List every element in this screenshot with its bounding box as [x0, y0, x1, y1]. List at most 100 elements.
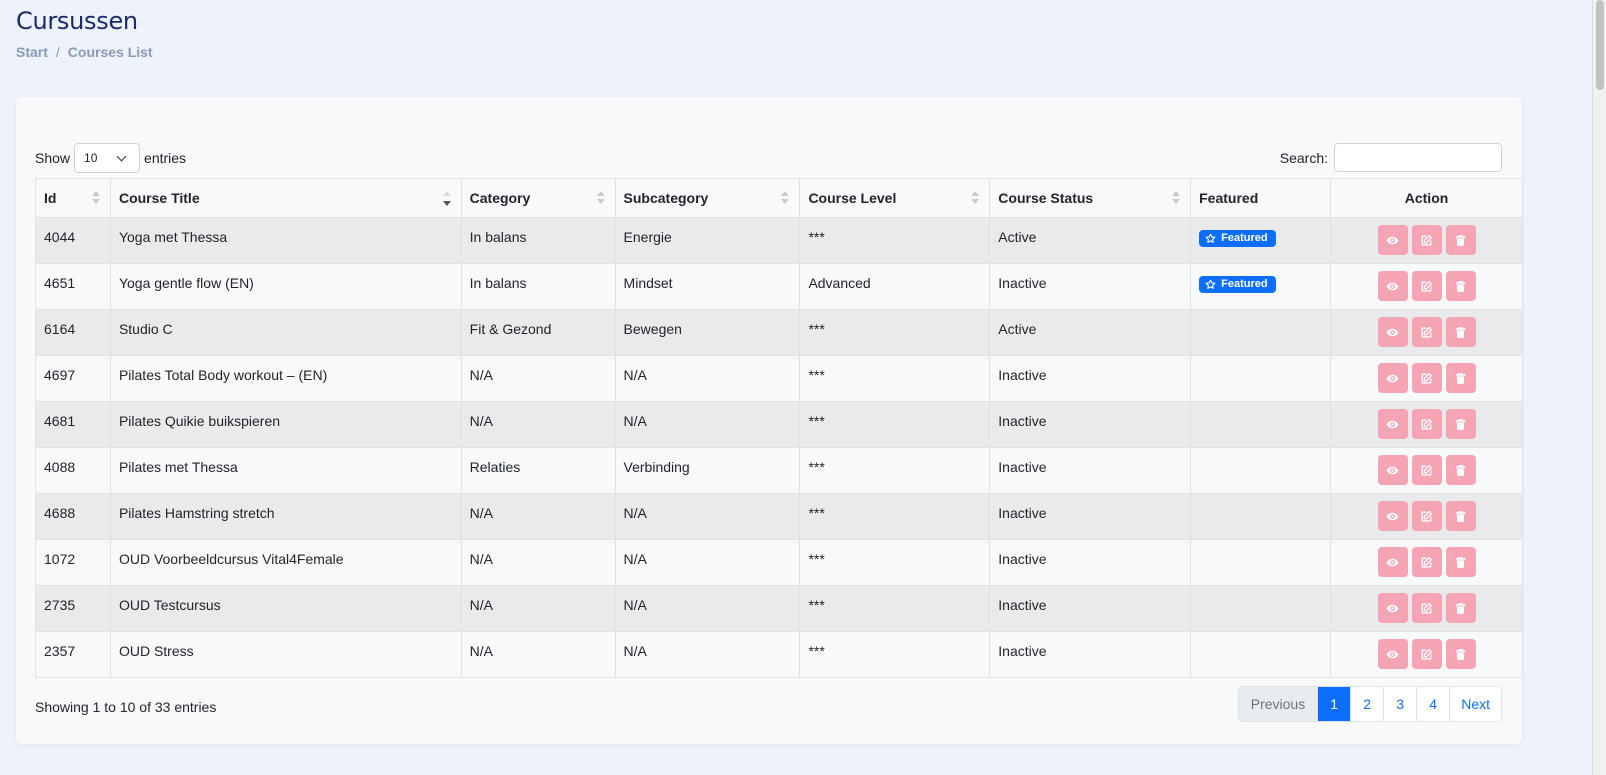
cell-course-title: OUD Stress: [109, 631, 462, 678]
edit-icon: [1420, 372, 1433, 385]
edit-button[interactable]: [1411, 593, 1442, 623]
view-button[interactable]: [1377, 547, 1408, 577]
cell-featured: Featured: [1190, 217, 1332, 264]
delete-button[interactable]: [1445, 547, 1476, 577]
cell-action: [1330, 493, 1523, 540]
table-row: 4681 Pilates Quikie buikspieren N/A N/A *** I…: [35, 401, 1523, 448]
courses-card: Show 10 entries Search: Id Course Title …: [16, 97, 1523, 744]
delete-button[interactable]: [1445, 363, 1476, 393]
trash-icon: [1454, 464, 1467, 477]
breadcrumb-separator: /: [55, 44, 60, 60]
scrollbar-thumb[interactable]: [1596, 0, 1604, 90]
column-header-category[interactable]: Category: [460, 178, 616, 218]
edit-button[interactable]: [1411, 639, 1442, 669]
delete-button[interactable]: [1445, 225, 1476, 255]
column-header-id[interactable]: Id: [35, 178, 111, 218]
cell-category: N/A: [460, 355, 616, 402]
view-button[interactable]: [1377, 593, 1408, 623]
trash-icon: [1454, 326, 1467, 339]
view-button[interactable]: [1377, 271, 1408, 301]
edit-icon: [1420, 464, 1433, 477]
view-button[interactable]: [1377, 501, 1408, 531]
edit-button[interactable]: [1411, 271, 1442, 301]
pagination-page-4[interactable]: 4: [1416, 687, 1450, 721]
delete-button[interactable]: [1445, 409, 1476, 439]
cell-id: 4044: [35, 217, 111, 264]
cell-action: [1330, 585, 1523, 632]
view-button[interactable]: [1377, 317, 1408, 347]
view-button[interactable]: [1377, 363, 1408, 393]
cell-action: [1330, 355, 1523, 402]
delete-button[interactable]: [1445, 501, 1476, 531]
cell-id: 2357: [35, 631, 111, 678]
cell-subcategory: N/A: [614, 585, 801, 632]
cell-featured: [1190, 585, 1332, 632]
column-header-subcategory[interactable]: Subcategory: [614, 178, 801, 218]
cell-course-status: Inactive: [989, 493, 1192, 540]
edit-icon: [1420, 510, 1433, 523]
cell-category: N/A: [460, 401, 616, 448]
cell-category: In balans: [460, 217, 616, 264]
trash-icon: [1454, 234, 1467, 247]
cell-course-status: Active: [989, 217, 1192, 264]
cell-course-level: ***: [799, 309, 991, 356]
cell-featured: [1190, 493, 1332, 540]
sort-desc-icon: [442, 191, 451, 207]
cell-course-level: ***: [799, 493, 991, 540]
cell-action: [1330, 309, 1523, 356]
cell-category: N/A: [460, 539, 616, 586]
cell-action: [1330, 401, 1523, 448]
column-header-course-status[interactable]: Course Status: [989, 178, 1192, 218]
pagination-page-3[interactable]: 3: [1383, 687, 1417, 721]
table-toolbar: Show 10 entries Search:: [35, 143, 1502, 173]
breadcrumb-start[interactable]: Start: [16, 44, 48, 60]
edit-button[interactable]: [1411, 225, 1442, 255]
cell-course-level: Advanced: [799, 263, 991, 310]
edit-button[interactable]: [1411, 501, 1442, 531]
table-header-row: Id Course Title Category Subcategory Cou…: [35, 178, 1523, 218]
pagination-page-1[interactable]: 1: [1317, 687, 1351, 721]
cell-course-level: ***: [799, 585, 991, 632]
edit-button[interactable]: [1411, 547, 1442, 577]
sort-icon: [971, 191, 980, 207]
view-button[interactable]: [1377, 455, 1408, 485]
edit-icon: [1420, 326, 1433, 339]
edit-button[interactable]: [1411, 455, 1442, 485]
pagination-page-2[interactable]: 2: [1350, 687, 1384, 721]
cell-id: 4681: [35, 401, 111, 448]
scrollbar[interactable]: [1592, 0, 1606, 775]
view-button[interactable]: [1377, 225, 1408, 255]
cell-subcategory: Energie: [614, 217, 801, 264]
page-length-select[interactable]: 10: [74, 143, 141, 173]
delete-button[interactable]: [1445, 455, 1476, 485]
eye-icon: [1386, 556, 1399, 569]
cell-featured: [1190, 309, 1332, 356]
search-input[interactable]: [1334, 143, 1502, 172]
view-button[interactable]: [1377, 639, 1408, 669]
table-row: 2357 OUD Stress N/A N/A *** Inactive: [35, 631, 1523, 678]
cell-course-title: OUD Voorbeeldcursus Vital4Female: [109, 539, 462, 586]
sort-icon: [781, 191, 790, 207]
cell-course-title: Yoga met Thessa: [109, 217, 462, 264]
edit-button[interactable]: [1411, 409, 1442, 439]
eye-icon: [1386, 418, 1399, 431]
delete-button[interactable]: [1445, 639, 1476, 669]
edit-icon: [1420, 648, 1433, 661]
delete-button[interactable]: [1445, 317, 1476, 347]
cell-course-level: ***: [799, 539, 991, 586]
trash-icon: [1454, 372, 1467, 385]
view-button[interactable]: [1377, 409, 1408, 439]
column-header-course-level[interactable]: Course Level: [799, 178, 991, 218]
cell-action: [1330, 263, 1523, 310]
edit-button[interactable]: [1411, 317, 1442, 347]
pagination-previous[interactable]: Previous: [1238, 687, 1318, 721]
cell-id: 2735: [35, 585, 111, 632]
trash-icon: [1454, 648, 1467, 661]
eye-icon: [1386, 326, 1399, 339]
edit-button[interactable]: [1411, 363, 1442, 393]
delete-button[interactable]: [1445, 593, 1476, 623]
cell-course-status: Inactive: [989, 585, 1192, 632]
column-header-course-title[interactable]: Course Title: [109, 178, 462, 218]
pagination-next[interactable]: Next: [1449, 687, 1501, 721]
delete-button[interactable]: [1445, 271, 1476, 301]
